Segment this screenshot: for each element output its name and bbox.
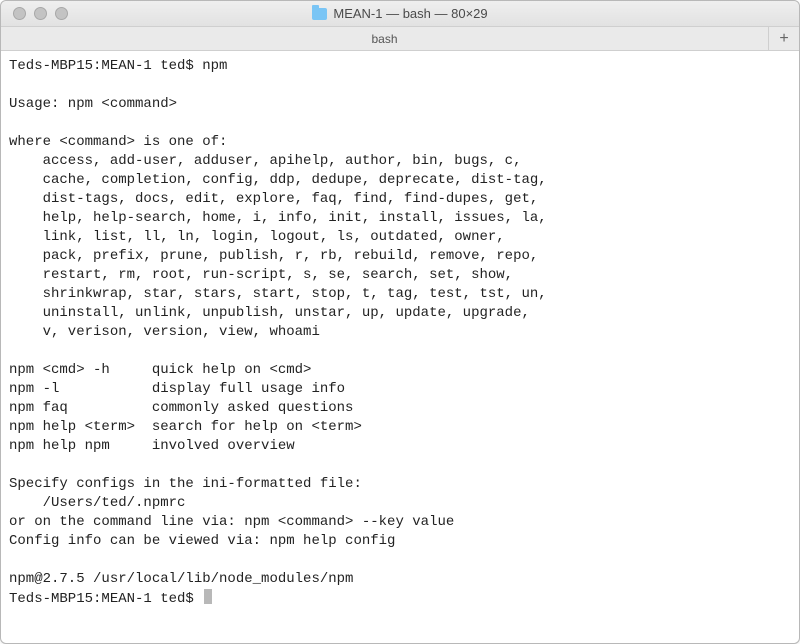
terminal-line: pack, prefix, prune, publish, r, rb, reb… <box>9 247 791 266</box>
terminal-line: npm faq commonly asked questions <box>9 399 791 418</box>
terminal-line: restart, rm, root, run-script, s, se, se… <box>9 266 791 285</box>
terminal-line <box>9 456 791 475</box>
minimize-icon[interactable] <box>34 7 47 20</box>
terminal-line: npm <cmd> -h quick help on <cmd> <box>9 361 791 380</box>
terminal-line <box>9 342 791 361</box>
terminal-line: dist-tags, docs, edit, explore, faq, fin… <box>9 190 791 209</box>
terminal-line: Config info can be viewed via: npm help … <box>9 532 791 551</box>
close-icon[interactable] <box>13 7 26 20</box>
window-title: MEAN-1 — bash — 80×29 <box>333 6 487 21</box>
terminal-line: or on the command line via: npm <command… <box>9 513 791 532</box>
window-title-wrap: MEAN-1 — bash — 80×29 <box>1 6 799 21</box>
terminal-line <box>9 114 791 133</box>
terminal-line: Specify configs in the ini-formatted fil… <box>9 475 791 494</box>
cursor-icon <box>204 589 212 604</box>
terminal-line: help, help-search, home, i, info, init, … <box>9 209 791 228</box>
terminal-line: Teds-MBP15:MEAN-1 ted$ npm <box>9 57 791 76</box>
traffic-lights <box>1 7 68 20</box>
zoom-icon[interactable] <box>55 7 68 20</box>
terminal-line: access, add-user, adduser, apihelp, auth… <box>9 152 791 171</box>
terminal-line: npm -l display full usage info <box>9 380 791 399</box>
terminal-line <box>9 76 791 95</box>
terminal-line: v, verison, version, view, whoami <box>9 323 791 342</box>
terminal-line: npm@2.7.5 /usr/local/lib/node_modules/np… <box>9 570 791 589</box>
terminal-output[interactable]: Teds-MBP15:MEAN-1 ted$ npm Usage: npm <c… <box>1 51 799 643</box>
new-tab-button[interactable]: + <box>769 27 799 50</box>
terminal-line: uninstall, unlink, unpublish, unstar, up… <box>9 304 791 323</box>
terminal-window: MEAN-1 — bash — 80×29 bash + Teds-MBP15:… <box>0 0 800 644</box>
terminal-line: where <command> is one of: <box>9 133 791 152</box>
terminal-line: link, list, ll, ln, login, logout, ls, o… <box>9 228 791 247</box>
terminal-line: npm help <term> search for help on <term… <box>9 418 791 437</box>
terminal-line <box>9 551 791 570</box>
tabbar: bash + <box>1 27 799 51</box>
terminal-line: cache, completion, config, ddp, dedupe, … <box>9 171 791 190</box>
tab-bash[interactable]: bash <box>1 27 769 50</box>
terminal-prompt-line[interactable]: Teds-MBP15:MEAN-1 ted$ <box>9 589 791 609</box>
terminal-line: npm help npm involved overview <box>9 437 791 456</box>
terminal-line: Usage: npm <command> <box>9 95 791 114</box>
titlebar: MEAN-1 — bash — 80×29 <box>1 1 799 27</box>
terminal-line: shrinkwrap, star, stars, start, stop, t,… <box>9 285 791 304</box>
folder-icon <box>312 8 327 20</box>
terminal-line: /Users/ted/.npmrc <box>9 494 791 513</box>
